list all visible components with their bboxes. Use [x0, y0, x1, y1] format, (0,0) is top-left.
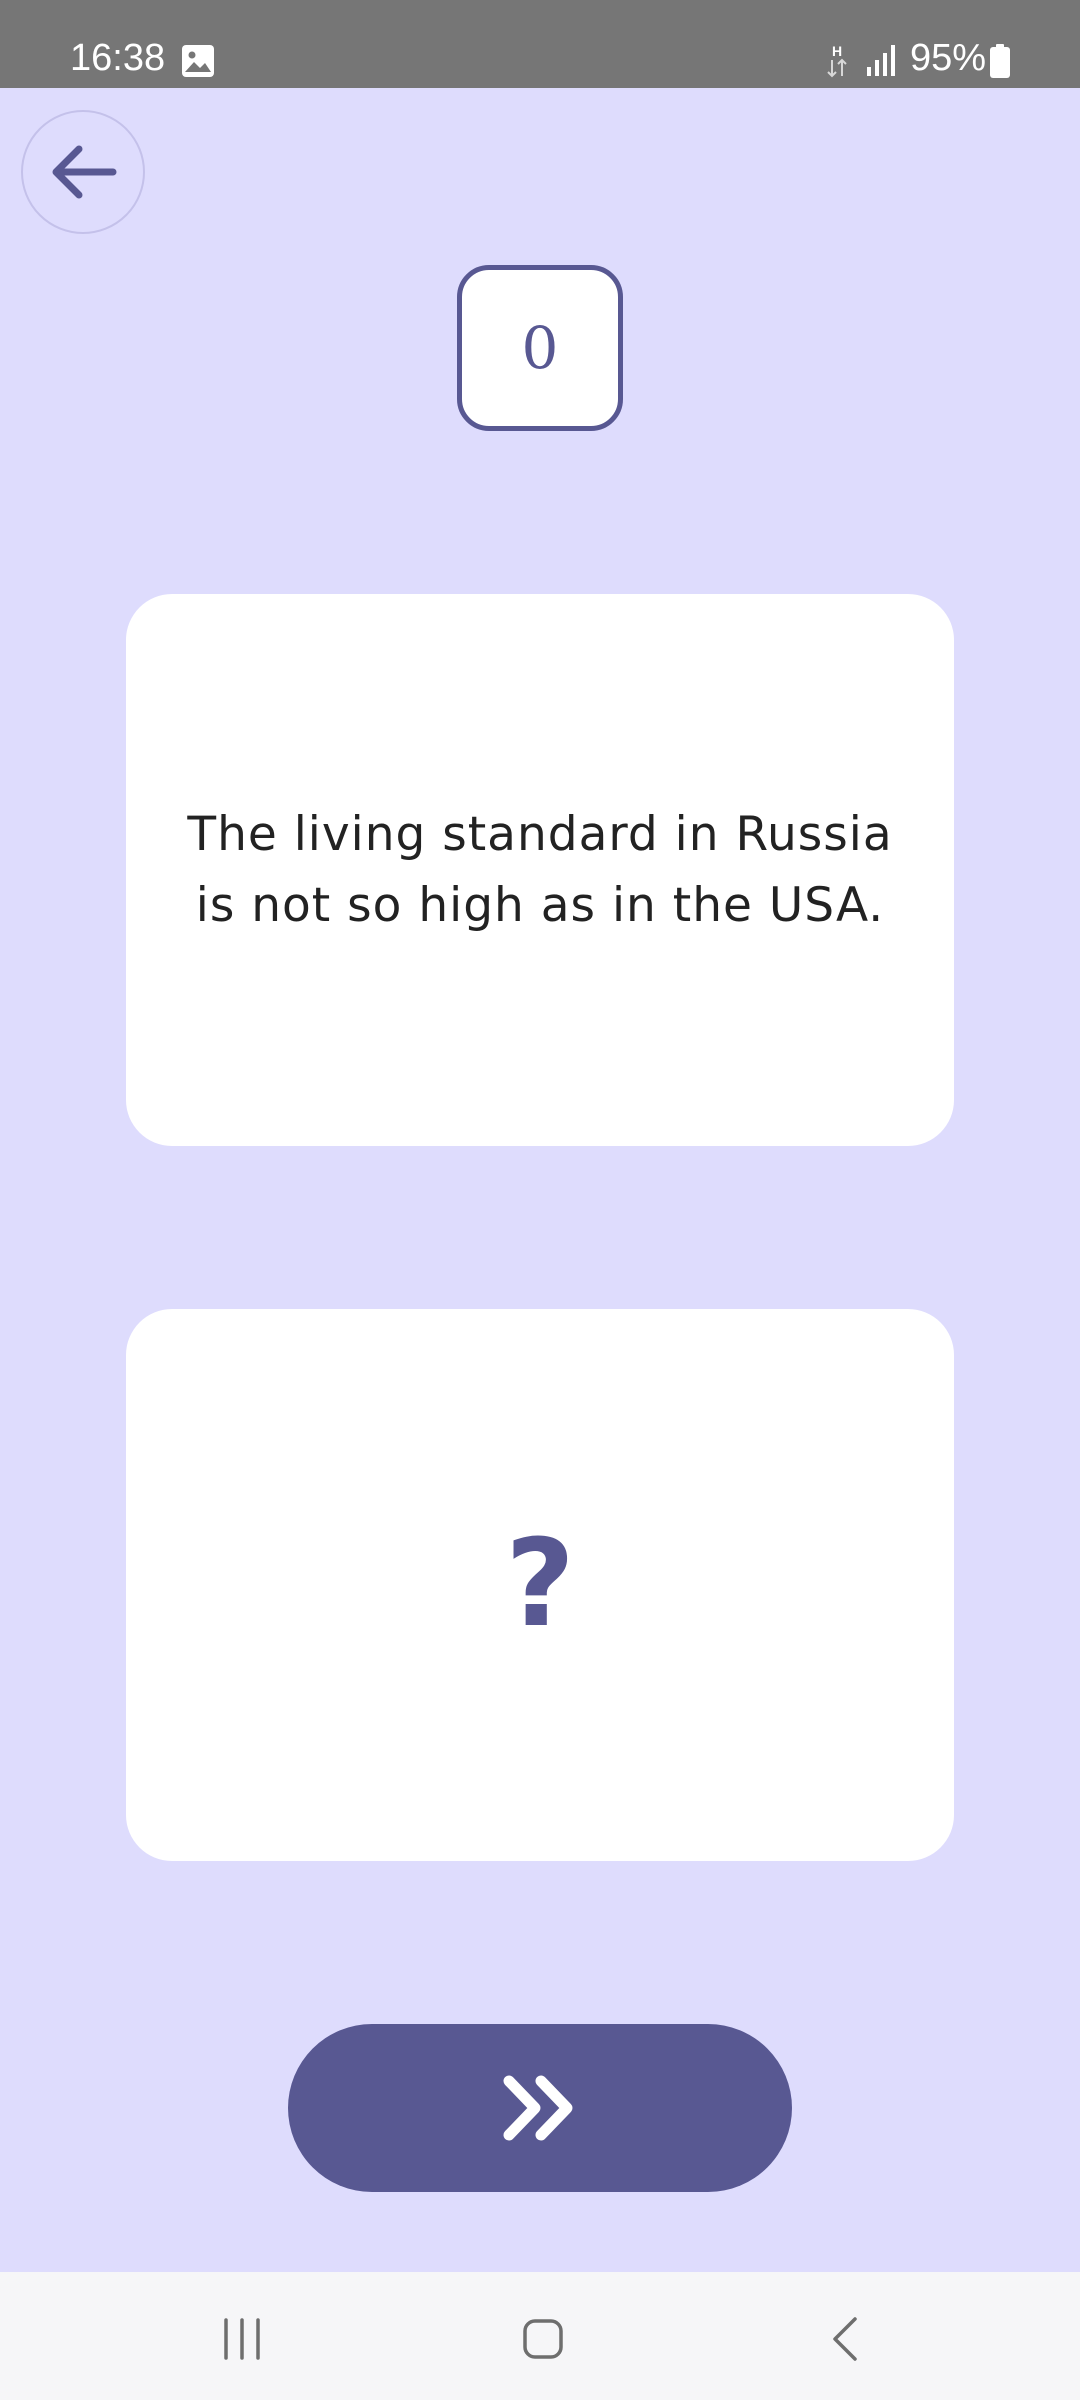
nav-bar — [0, 2272, 1080, 2400]
back-icon[interactable] — [830, 2316, 860, 2362]
answer-card[interactable]: ? — [126, 1309, 954, 1861]
next-button[interactable] — [288, 2024, 792, 2192]
counter-box: 0 — [457, 265, 623, 431]
recents-icon[interactable] — [222, 2318, 262, 2360]
battery-icon — [990, 44, 1010, 78]
signal-icon — [867, 45, 895, 76]
answer-placeholder: ? — [505, 1515, 575, 1654]
status-bar: 16:38 H 95% — [0, 0, 1080, 88]
arrow-left-icon — [52, 145, 117, 199]
status-time: 16:38 — [70, 37, 166, 79]
network-label: H — [832, 43, 842, 59]
question-text: The living standard in Russia is not so … — [187, 807, 893, 933]
battery-percent: 95% — [910, 37, 987, 79]
back-button[interactable] — [21, 110, 145, 234]
question-card: The living standard in Russia is not so … — [126, 594, 954, 1146]
home-icon[interactable] — [522, 2318, 564, 2360]
gallery-icon — [182, 45, 214, 77]
network-h-icon: H — [827, 43, 847, 78]
double-chevron-right-icon — [503, 2075, 573, 2141]
